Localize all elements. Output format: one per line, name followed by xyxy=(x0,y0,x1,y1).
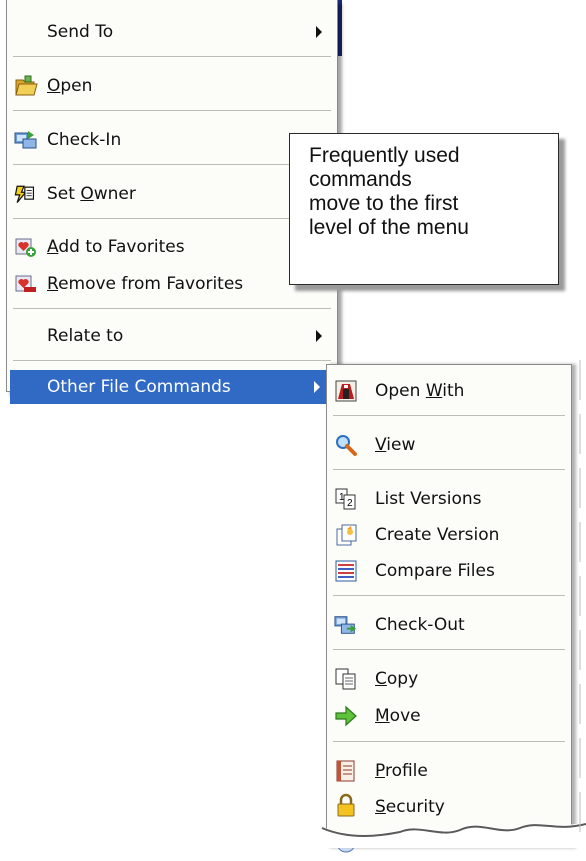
menu-item-label: Open With xyxy=(375,381,465,401)
menu-separator xyxy=(13,110,331,111)
menu-item-view[interactable]: View xyxy=(330,427,568,463)
menu-separator xyxy=(13,218,331,219)
menu-item-copy[interactable]: Copy xyxy=(330,661,568,697)
menu-item-open[interactable]: Open xyxy=(10,68,334,104)
compare-files-icon xyxy=(334,559,358,583)
menu-separator xyxy=(13,56,331,57)
folder-open-icon xyxy=(14,74,38,98)
menu-item-label: Check-In xyxy=(47,130,122,150)
submenu: Open With View 1 2 List Versions Create … xyxy=(326,364,572,853)
menu-item-move[interactable]: Move xyxy=(330,698,568,734)
menu-item-check-out[interactable]: Check-Out xyxy=(330,607,568,643)
menu-item-other-file-commands[interactable]: Other File Commands xyxy=(10,370,340,404)
menu-item-label: Create Version xyxy=(375,525,500,545)
menu-separator xyxy=(13,164,331,165)
menu-item-check-in[interactable]: Check-In xyxy=(10,122,334,158)
menu-item-relate-to[interactable]: Relate to xyxy=(10,318,334,354)
torn-edge xyxy=(320,822,586,848)
callout-line: commands xyxy=(309,168,412,191)
list-versions-icon: 1 2 xyxy=(334,487,358,511)
menu-item-label: Profile xyxy=(375,761,428,781)
menu-item-label: Set Owner xyxy=(47,184,136,204)
menu-separator xyxy=(333,595,565,596)
create-version-icon xyxy=(334,523,358,547)
menu-separator xyxy=(333,741,565,742)
menu-item-label: Other File Commands xyxy=(47,377,231,397)
menu-item-label: Send To xyxy=(47,22,114,42)
menu-item-compare-files[interactable]: Compare Files xyxy=(330,553,568,589)
menu-item-set-owner[interactable]: Set Owner xyxy=(10,176,334,212)
submenu-arrow-icon xyxy=(314,381,320,393)
callout-line: level of the menu xyxy=(309,216,469,239)
check-in-icon xyxy=(14,128,38,152)
menu-separator xyxy=(333,649,565,650)
menu-item-label: View xyxy=(375,435,416,455)
menu-separator xyxy=(333,415,565,416)
menu-separator xyxy=(13,308,331,309)
menu-item-profile[interactable]: Profile xyxy=(330,753,568,789)
move-arrow-icon xyxy=(334,704,358,728)
submenu-arrow-icon xyxy=(316,330,322,342)
remove-favorite-icon xyxy=(14,272,38,296)
menu-item-label: Relate to xyxy=(47,326,124,346)
menu-item-label: List Versions xyxy=(375,489,482,509)
svg-text:2: 2 xyxy=(347,498,353,509)
open-with-icon xyxy=(334,379,358,403)
menu-item-label: Add to Favorites xyxy=(47,237,185,257)
menu-item-remove-favorites[interactable]: Remove from Favorites xyxy=(10,266,334,302)
callout-line: move to the first xyxy=(309,192,459,215)
view-magnifier-icon xyxy=(334,433,358,457)
window-edge xyxy=(338,0,342,56)
add-favorite-icon xyxy=(14,235,38,259)
menu-item-create-version[interactable]: Create Version xyxy=(330,517,568,553)
menu-item-label: Compare Files xyxy=(375,561,495,581)
menu-item-list-versions[interactable]: 1 2 List Versions xyxy=(330,481,568,517)
menu-separator xyxy=(333,469,565,470)
menu-item-label: Check-Out xyxy=(375,615,465,635)
background-edge xyxy=(579,360,581,840)
submenu-arrow-icon xyxy=(316,26,322,38)
menu-item-send-to[interactable]: Send To xyxy=(10,14,334,50)
menu-item-label: Move xyxy=(375,706,421,726)
set-owner-icon xyxy=(12,182,36,206)
menu-item-open-with[interactable]: Open With xyxy=(330,373,568,409)
menu-item-label: Open xyxy=(47,76,93,96)
callout-line: Frequently used xyxy=(309,144,460,167)
menu-item-add-favorites[interactable]: Add to Favorites xyxy=(10,229,334,265)
profile-icon xyxy=(334,759,358,783)
copy-icon xyxy=(334,667,358,691)
menu-separator xyxy=(13,360,331,361)
menu-item-label: Copy xyxy=(375,669,419,689)
check-out-icon xyxy=(334,613,358,637)
menu-item-label: Remove from Favorites xyxy=(47,274,244,294)
callout-note: Frequently used commands move to the fir… xyxy=(289,133,559,285)
